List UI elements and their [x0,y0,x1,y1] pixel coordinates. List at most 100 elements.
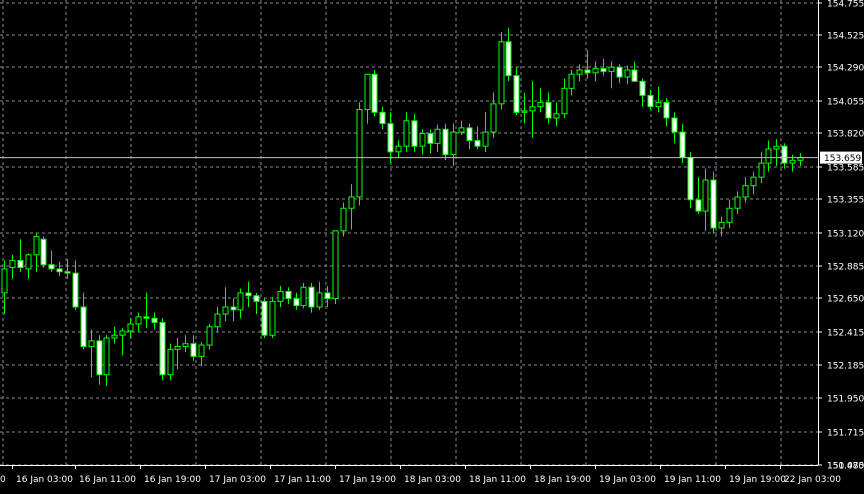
candle-body [758,162,765,178]
y-tick-label: 152.185 [827,362,864,372]
candle-body [88,340,95,348]
x-tick-label: 22 Jan 03:00 [784,475,841,485]
x-tick-label: 19 Jan 03:00 [599,475,656,485]
candle-body [561,87,568,115]
y-tick-label: 152.415 [827,329,864,339]
x-tick-label: 18 Jan 11:00 [469,475,526,485]
candle-body [103,337,110,376]
candle-body [537,101,544,108]
candle-body [419,132,426,147]
candle-body [450,131,457,156]
candle-body [608,66,615,72]
candle-body [710,179,717,229]
candle-body [726,207,733,223]
y-tick-label: 151.950 [827,395,864,405]
x-tick-label: 19 Jan 19:00 [729,475,786,485]
y-tick-label: 154.055 [827,98,864,108]
candle-body [781,145,788,164]
candle-body [387,123,394,153]
candle-body [253,295,260,302]
candle-body [695,199,702,212]
candle-body [316,292,323,308]
candle-body [750,176,757,187]
candle-body [356,109,363,198]
candle-body [789,159,796,164]
candle-body [616,66,623,78]
candle-body [119,330,126,336]
x-tick-label: 18 Jan 03:00 [404,475,461,485]
candle-body [348,196,355,209]
chart-grid [0,0,818,466]
candle-body [553,113,560,119]
candle-body [127,323,134,332]
y-tick-label: 150.075 [827,462,864,472]
candle-body [505,41,512,77]
candle-body [576,69,583,75]
price-chart[interactable]: 154.755 154.525 154.290 154.055 153.820 153.5… [0,0,864,494]
candle-body [458,127,465,133]
candle-body [434,128,441,144]
candle-body [687,156,694,201]
candle-body [182,343,189,348]
candle-body [568,73,575,89]
candle-body [17,259,24,269]
x-tick-label: 16 Jan 11:00 [79,475,136,485]
candle-body [190,343,197,357]
candle-body [111,334,118,339]
y-tick-label: 153.120 [827,230,864,240]
candle-body [33,235,40,256]
x-tick-label: 16 Jan 19:00 [144,475,201,485]
candle-body [679,131,686,158]
candle-body [734,196,741,209]
candle-body [718,221,725,229]
candle-body [269,300,276,336]
y-tick-label: 152.885 [827,263,864,273]
x-tick-label: 17 Jan 11:00 [274,475,331,485]
candle-body [490,103,497,133]
candle-body [64,271,71,274]
candle-body [671,117,678,133]
candle-body [765,148,772,164]
candle-body [80,306,87,348]
y-axis-ticks: 154.755 154.525 154.290 154.055 153.820 153.5… [818,0,864,472]
candle-body [324,292,331,300]
y-tick-label: 152.650 [827,295,864,305]
candle-body [1,268,8,294]
y-tick-label: 154.755 [827,0,864,10]
candle-body [364,73,371,111]
candle-body [300,286,307,307]
candle-body [427,132,434,144]
candle-body [403,120,410,147]
candle-body [72,272,79,308]
candle-body [222,306,229,315]
candle-body [40,238,47,266]
candle-body [474,140,481,147]
candle-body [214,313,221,328]
candle-body [371,73,378,113]
candle-body [206,326,213,346]
candle-body [466,127,473,142]
bid-price-label: 153.659 [820,151,862,164]
candle-body [655,101,662,108]
candle-body [702,179,709,212]
candle-body [395,145,402,153]
candle-body [167,348,174,376]
candle-body [159,322,166,376]
candle-body [584,69,591,74]
candle-body [592,68,599,74]
candle-body [379,111,386,125]
candle-body [545,101,552,119]
candle-body [230,306,237,311]
candle-body [198,344,205,357]
y-tick-label: 154.525 [827,32,864,42]
candle-body [174,346,181,350]
x-tick-label: 18 Jan 19:00 [534,475,591,485]
candle-body [261,300,268,336]
candle-body [482,131,489,147]
candle-body [56,268,63,273]
y-tick-label: 153.585 [827,164,864,174]
candle-body [773,145,780,150]
candle-body [663,101,670,119]
candle-body [308,286,315,308]
candle-body [529,106,536,112]
